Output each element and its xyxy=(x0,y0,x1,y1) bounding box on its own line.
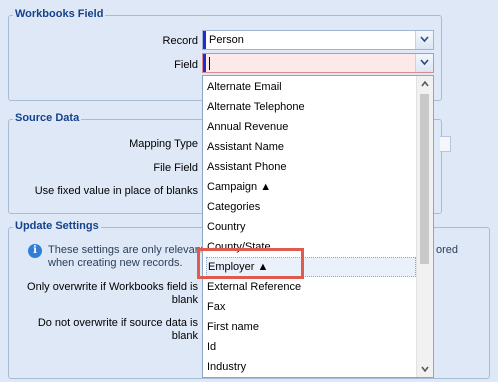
record-combobox[interactable]: Person xyxy=(202,30,434,50)
mapping-type-combobox-edge[interactable] xyxy=(440,136,451,152)
list-item[interactable]: First name xyxy=(206,317,417,337)
list-item[interactable]: Annual Revenue xyxy=(206,117,417,137)
source-data-legend: Source Data xyxy=(13,112,82,124)
highlight-box xyxy=(197,248,304,279)
dropdown-scrollbar[interactable] xyxy=(416,76,433,377)
chevron-down-icon xyxy=(420,59,429,66)
only-overwrite-line-2: blank xyxy=(171,294,198,306)
field-dropdown-list[interactable]: Alternate Email Alternate Telephone Annu… xyxy=(202,75,434,378)
do-not-overwrite-label: Do not overwrite if source data is blank xyxy=(38,317,198,343)
scrollbar-thumb[interactable] xyxy=(420,94,429,264)
file-field-label: File Field xyxy=(153,162,198,174)
list-item[interactable]: Country xyxy=(206,217,417,237)
do-not-overwrite-line-1: Do not overwrite if source data is xyxy=(37,317,198,329)
workbooks-field-legend: Workbooks Field xyxy=(13,8,106,20)
record-value: Person xyxy=(209,34,244,46)
mapping-type-label: Mapping Type xyxy=(129,138,198,150)
field-dropdown-button[interactable] xyxy=(415,54,433,72)
record-label: Record xyxy=(162,35,198,47)
only-overwrite-label: Only overwrite if Workbooks field is bla… xyxy=(27,281,198,307)
update-settings-legend: Update Settings xyxy=(13,220,101,232)
do-not-overwrite-line-2: blank xyxy=(171,330,198,342)
list-item[interactable]: External Reference xyxy=(206,277,417,297)
required-indicator xyxy=(203,54,206,72)
chevron-down-icon xyxy=(420,36,429,43)
field-combobox[interactable] xyxy=(202,53,434,73)
list-item[interactable]: Alternate Email xyxy=(206,77,417,97)
list-item[interactable]: Assistant Phone xyxy=(206,157,417,177)
field-label: Field xyxy=(174,59,198,71)
list-item[interactable]: Fax xyxy=(206,297,417,317)
info-message: These settings are only relevant when cr… xyxy=(48,244,204,270)
scroll-up-icon[interactable] xyxy=(421,81,429,87)
only-overwrite-line-1: Only overwrite if Workbooks field is xyxy=(27,281,198,293)
required-indicator xyxy=(203,31,206,49)
list-item[interactable]: Assistant Name xyxy=(206,137,417,157)
record-dropdown-button[interactable] xyxy=(415,31,433,49)
list-item[interactable]: Campaign ▲ xyxy=(206,177,417,197)
text-caret xyxy=(209,57,210,70)
info-line-2: when creating new records. xyxy=(48,257,183,269)
info-icon: i xyxy=(28,244,42,258)
info-line-1-tail: ored xyxy=(436,244,459,256)
list-item[interactable]: Alternate Telephone xyxy=(206,97,417,117)
scroll-down-icon[interactable] xyxy=(421,366,429,372)
info-line-1: These settings are only relevant xyxy=(48,244,204,256)
fixed-value-label: Use fixed value in place of blanks xyxy=(34,185,198,197)
list-item[interactable]: Categories xyxy=(206,197,417,217)
list-item[interactable]: Id xyxy=(206,337,417,357)
list-item[interactable]: Industry xyxy=(206,357,417,377)
